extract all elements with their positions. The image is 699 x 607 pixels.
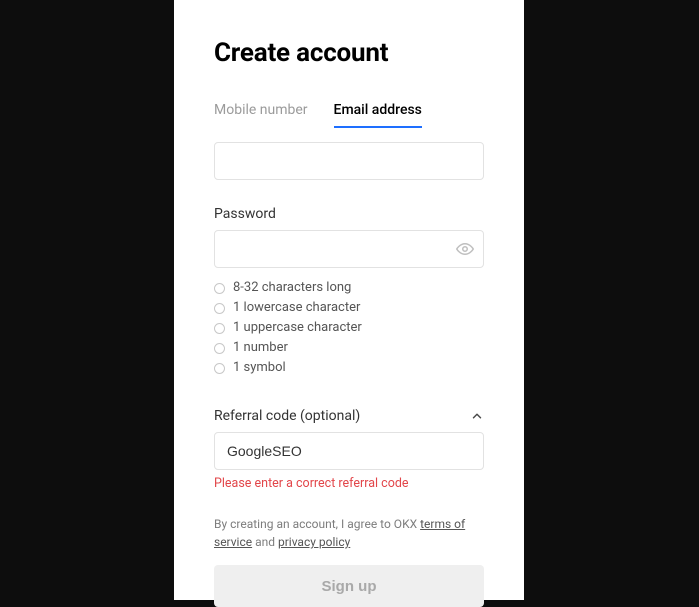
chevron-up-icon	[470, 409, 484, 423]
rule-item: 1 symbol	[214, 358, 484, 378]
referral-error: Please enter a correct referral code	[214, 476, 484, 491]
rule-item: 8-32 characters long	[214, 278, 484, 298]
rule-text: 1 symbol	[233, 358, 286, 378]
rule-status-icon	[214, 283, 225, 294]
rule-status-icon	[214, 363, 225, 374]
signup-card: Create account Mobile number Email addre…	[174, 0, 524, 600]
page-title: Create account	[214, 38, 484, 68]
rule-status-icon	[214, 303, 225, 314]
password-input[interactable]	[214, 230, 484, 268]
eye-icon[interactable]	[456, 240, 474, 258]
referral-header[interactable]: Referral code (optional)	[214, 408, 484, 424]
tab-email[interactable]: Email address	[334, 102, 422, 128]
rule-text: 1 uppercase character	[233, 318, 362, 338]
privacy-link[interactable]: privacy policy	[278, 535, 350, 549]
consent-text: By creating an account, I agree to OKX t…	[214, 515, 484, 551]
password-label: Password	[214, 206, 484, 222]
password-rules: 8-32 characters long 1 lowercase charact…	[214, 278, 484, 378]
rule-status-icon	[214, 323, 225, 334]
rule-text: 8-32 characters long	[233, 278, 351, 298]
email-input[interactable]	[214, 142, 484, 180]
referral-input[interactable]	[214, 432, 484, 470]
rule-item: 1 lowercase character	[214, 298, 484, 318]
password-wrap	[214, 230, 484, 268]
referral-label: Referral code (optional)	[214, 408, 360, 424]
rule-text: 1 lowercase character	[233, 298, 360, 318]
signup-button[interactable]: Sign up	[214, 565, 484, 607]
rule-item: 1 uppercase character	[214, 318, 484, 338]
rule-item: 1 number	[214, 338, 484, 358]
tab-mobile[interactable]: Mobile number	[214, 102, 308, 128]
rule-text: 1 number	[233, 338, 288, 358]
rule-status-icon	[214, 343, 225, 354]
tabs: Mobile number Email address	[214, 102, 484, 128]
